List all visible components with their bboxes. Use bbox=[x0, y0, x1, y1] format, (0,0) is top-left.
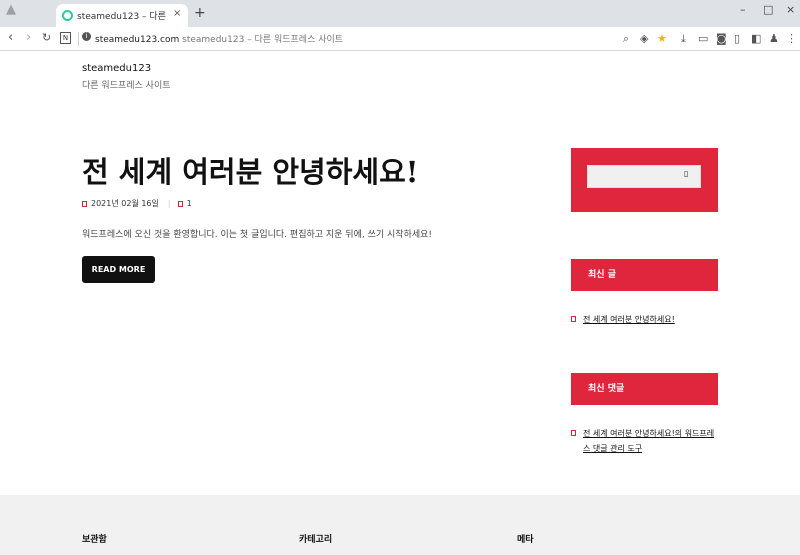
post-title[interactable]: 전 세계 여러분 안녕하세요! bbox=[82, 149, 419, 191]
footer-meta-heading: 메타 bbox=[517, 535, 534, 545]
tab-title: steamedu123 – 다른 워드프레스 사이트 bbox=[77, 12, 169, 22]
reader-icon[interactable]: ▯ bbox=[734, 32, 740, 45]
site-info-icon[interactable]: i bbox=[82, 32, 91, 41]
recent-post-link[interactable]: 전 세계 여러분 안녕하세요! bbox=[571, 312, 718, 327]
menu-icon[interactable]: ⋮ bbox=[786, 32, 797, 45]
address-bar: ‹ › ↻ N i steamedu123.com steamedu123 – … bbox=[0, 27, 800, 51]
shield-icon[interactable]: ◈ bbox=[640, 32, 648, 45]
video-icon[interactable]: ▭ bbox=[698, 32, 708, 45]
url-page-title: steamedu123 – 다른 워드프레스 사이트 bbox=[182, 35, 344, 45]
recent-posts-heading: 최신 글 bbox=[571, 259, 718, 291]
bullet-icon bbox=[571, 430, 576, 436]
bullet-icon bbox=[571, 316, 576, 322]
forward-icon[interactable]: › bbox=[26, 31, 31, 45]
back-icon[interactable]: ‹ bbox=[8, 31, 13, 45]
reload-icon[interactable]: ↻ bbox=[42, 31, 51, 45]
browser-tab[interactable]: steamedu123 – 다른 워드프레스 사이트 × bbox=[56, 4, 188, 27]
reader-mode-icon[interactable]: N bbox=[60, 32, 71, 44]
post-meta: 2021년 02월 16일 | 1 bbox=[82, 198, 192, 209]
footer-categories-heading: 카테고리 bbox=[299, 535, 333, 545]
footer-archives-heading: 보관함 bbox=[82, 535, 107, 545]
post-excerpt: 워드프레스에 오신 것을 환영합니다. 이는 첫 글입니다. 편집하고 지운 뒤… bbox=[82, 230, 433, 240]
recent-comments-heading: 최신 댓글 bbox=[571, 373, 718, 405]
site-title[interactable]: steamedu123 bbox=[82, 63, 151, 74]
site-description: 다른 워드프레스 사이트 bbox=[82, 81, 171, 91]
url-field[interactable]: steamedu123.com steamedu123 – 다른 워드프레스 사… bbox=[95, 32, 343, 45]
screenshot-icon[interactable]: ◙ bbox=[716, 32, 727, 45]
search-icon[interactable]: ▯ bbox=[684, 169, 688, 178]
recent-post-text[interactable]: 전 세계 여러분 안녕하세요! bbox=[571, 312, 718, 327]
recent-comment-text[interactable]: 전 세계 여러분 안녕하세요!의 워드프레스 댓글 관리 도구 bbox=[571, 426, 718, 456]
tab-close-icon[interactable]: × bbox=[173, 8, 181, 19]
comment-icon bbox=[177, 200, 183, 207]
footer: 보관함 카테고리 메타 bbox=[0, 495, 800, 555]
zoom-icon[interactable]: ⌕ bbox=[623, 32, 629, 45]
maximize-button[interactable]: □ bbox=[763, 3, 773, 16]
read-more-button[interactable]: READ MORE bbox=[82, 256, 155, 283]
new-tab-button[interactable]: + bbox=[194, 6, 206, 20]
search-widget: ▯ bbox=[571, 148, 718, 212]
account-icon[interactable]: ♟ bbox=[769, 32, 779, 45]
url-domain: steamedu123.com bbox=[95, 35, 180, 45]
meta-divider: | bbox=[167, 199, 171, 208]
bookmark-star-icon[interactable]: ★ bbox=[657, 32, 667, 45]
download-icon[interactable]: ⤓ bbox=[681, 32, 686, 45]
minimize-button[interactable]: – bbox=[740, 3, 746, 16]
page-content: steamedu123 다른 워드프레스 사이트 전 세계 여러분 안녕하세요!… bbox=[0, 52, 800, 555]
calendar-icon bbox=[82, 200, 87, 207]
browser-logo-icon: ▲ bbox=[6, 2, 16, 17]
close-window-button[interactable]: × bbox=[786, 3, 795, 16]
address-divider bbox=[78, 32, 79, 46]
recent-comment-link[interactable]: 전 세계 여러분 안녕하세요!의 워드프레스 댓글 관리 도구 bbox=[571, 426, 718, 456]
post-date[interactable]: 2021년 02월 16일 bbox=[91, 199, 159, 208]
comment-count[interactable]: 1 bbox=[187, 199, 192, 208]
site-favicon-icon bbox=[62, 10, 73, 21]
tab-bar: ▲ steamedu123 – 다른 워드프레스 사이트 × + – □ × bbox=[0, 0, 800, 27]
sidebar-icon[interactable]: ◧ bbox=[751, 32, 761, 45]
